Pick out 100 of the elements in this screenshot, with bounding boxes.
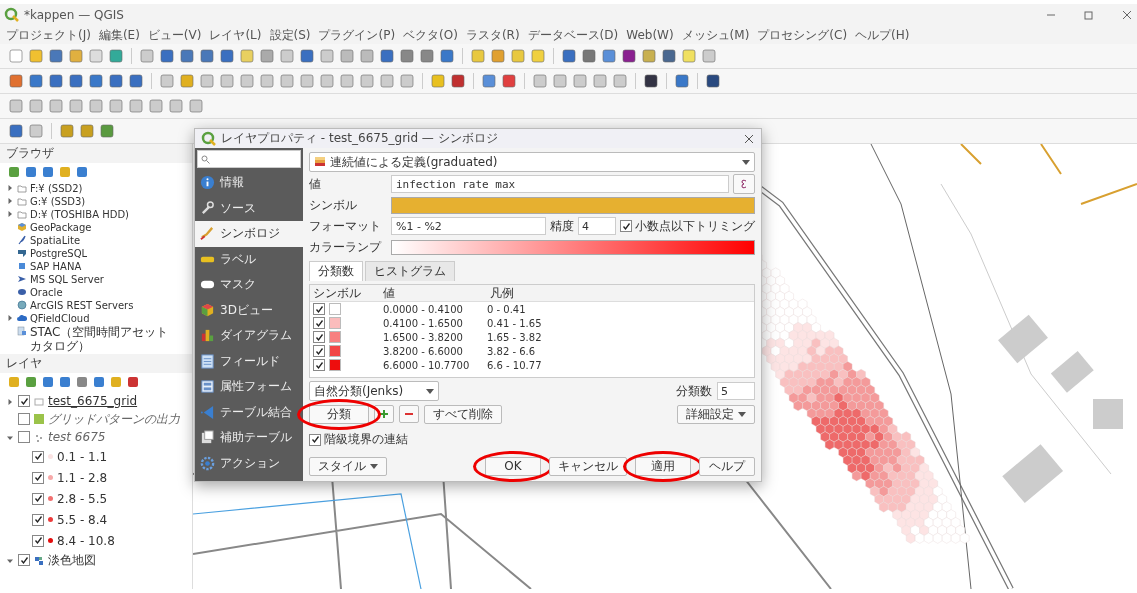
column-header[interactable]: シンボル [310,284,377,302]
layer-name[interactable]: グリッドパターンの出力 [48,410,180,428]
browser-item[interactable]: F:¥ (SSD2) [30,182,83,195]
value-field[interactable]: infection rate max [391,175,729,193]
sidebar-item[interactable]: ダイアグラム [195,323,303,349]
dialog-button[interactable]: キャンセル [549,456,627,476]
toolbar-icon[interactable] [379,48,395,64]
advanced-button[interactable]: 詳細設定 [677,404,755,424]
search-field[interactable] [197,150,301,168]
menu-item[interactable]: 編集(E) [98,26,140,44]
layer-name[interactable]: test 6675 [48,430,106,444]
symbol-button[interactable] [391,196,755,214]
menu-item[interactable]: プラグイン(P) [318,26,396,44]
expand-arrow-icon[interactable] [6,314,14,322]
collapse-arrow-icon[interactable] [6,434,14,442]
sidebar-item[interactable]: ラベル [195,246,303,272]
symbol-swatch[interactable] [329,345,341,357]
close-icon[interactable] [1121,9,1133,21]
menu-item[interactable]: プロセシング(C) [757,26,848,44]
browser-item[interactable]: STAC（空間時間アセットカタログ） [30,325,180,353]
checkbox[interactable] [313,345,325,357]
browser-item[interactable]: G:¥ (SSD3) [30,195,86,208]
menu-item[interactable]: レイヤ(L) [209,26,262,44]
symbol-swatch[interactable] [329,359,341,371]
toolbar-icon[interactable] [127,376,139,388]
checkbox[interactable] [18,413,30,425]
sidebar-item[interactable]: フィールド [195,348,303,374]
toolbar-icon[interactable] [299,48,315,64]
checkbox[interactable] [313,359,325,371]
sidebar-item[interactable]: 属性フォーム [195,374,303,400]
toolbar-icon[interactable] [643,73,659,89]
sidebar-item[interactable]: シンボロジ [195,221,303,247]
toolbar-icon[interactable] [8,123,24,139]
column-header[interactable]: 凡例 [487,284,514,302]
expand-arrow-icon[interactable] [6,398,14,406]
sidebar-item[interactable]: アクション [195,450,303,476]
checkbox[interactable] [32,513,44,526]
toolbar-icon[interactable] [561,48,577,64]
browser-item[interactable]: PostgreSQL [30,247,88,260]
menu-item[interactable]: ビュー(V) [147,26,202,44]
checkbox[interactable] [18,554,30,566]
sidebar-item[interactable]: ソース [195,195,303,221]
menu-item[interactable]: メッシュ(M) [681,26,750,44]
close-icon[interactable] [743,132,755,145]
browser-item[interactable]: Oracle [30,286,63,299]
checkbox[interactable] [313,317,325,329]
browser-item[interactable]: QFieldCloud [30,312,90,325]
add-button[interactable] [374,405,394,423]
menu-item[interactable]: ベクタ(O) [403,26,458,44]
sidebar-item[interactable]: テーブル結合 [195,399,303,425]
menu-item[interactable]: 設定(S) [269,26,311,44]
toolbar-icon[interactable] [661,48,677,64]
sidebar-item[interactable]: マスク [195,272,303,298]
sidebar-item[interactable]: 情報 [195,170,303,196]
classes-spinbox[interactable]: 5 [717,382,755,400]
restore-icon[interactable] [1083,9,1095,21]
checkbox[interactable] [309,433,321,446]
renderer-dropdown[interactable]: 連続値による定義(graduated) [309,152,755,172]
column-header[interactable]: 値 [377,284,487,302]
menu-item[interactable]: ヘルプ(H) [855,26,910,44]
expand-arrow-icon[interactable] [6,197,14,205]
checkbox[interactable] [18,431,30,443]
toolbar-icon[interactable] [450,73,466,89]
toolbar-icon[interactable] [219,48,235,64]
checkbox[interactable] [313,331,325,343]
format-field[interactable]: %1 - %2 [391,217,546,235]
layer-name[interactable]: test_6675_grid [48,394,138,408]
dialog-button[interactable]: 適用 [635,456,691,476]
browser-item[interactable]: MS SQL Server [30,273,104,286]
checkbox[interactable] [313,303,325,315]
toolbar-icon[interactable] [68,73,84,89]
expand-arrow-icon[interactable] [6,184,14,192]
toolbar-icon[interactable] [705,73,721,89]
checkbox[interactable] [32,450,44,463]
browser-item[interactable]: D:¥ (TOSHIBA HDD) [30,208,129,221]
symbol-swatch[interactable] [329,303,341,315]
checkbox[interactable] [32,534,44,547]
dialog-button[interactable]: OK [485,456,541,476]
checkbox[interactable] [620,220,632,232]
expand-arrow-icon[interactable] [6,210,14,218]
sidebar-item[interactable]: 3Dビュー [195,297,303,323]
tab[interactable]: ヒストグラム [365,261,455,281]
expression-button[interactable] [733,174,755,194]
sidebar-item[interactable]: 補助テーブル [195,425,303,451]
menu-item[interactable]: プロジェクト(J) [6,26,91,44]
style-button[interactable]: スタイル [309,456,387,476]
browser-item[interactable]: SAP HANA [30,260,82,273]
symbol-swatch[interactable] [329,331,341,343]
classify-button[interactable]: 分類 [309,404,369,424]
browser-item[interactable]: SpatiaLite [30,234,81,247]
collapse-arrow-icon[interactable] [6,557,14,565]
dialog-button[interactable]: ヘルプ [699,456,755,476]
delete-all-button[interactable]: すべて削除 [424,404,502,424]
toolbar-icon[interactable] [108,73,124,89]
menu-item[interactable]: データベース(D) [527,26,619,44]
remove-button[interactable] [399,405,419,423]
toolbar-icon[interactable] [48,73,64,89]
checkbox[interactable] [18,395,30,407]
layer-name[interactable]: 淡色地図 [48,551,96,569]
color-ramp[interactable] [391,239,755,255]
